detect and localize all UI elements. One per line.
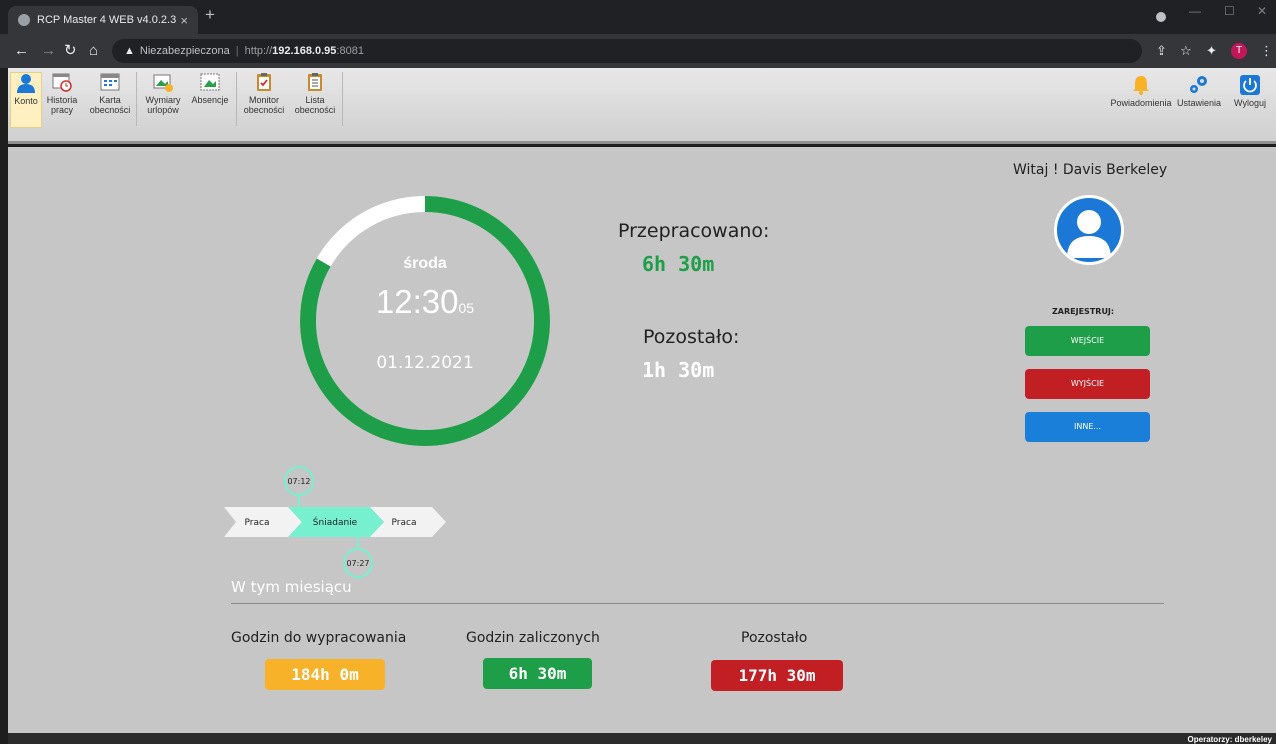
absence-icon [200, 72, 220, 92]
new-tab-button[interactable]: + [205, 5, 215, 25]
timeline-end-time: 07:27 [346, 559, 369, 568]
bookmark-star-icon[interactable]: ☆ [1180, 43, 1192, 59]
url-port: :8081 [336, 45, 364, 57]
app-toolbar: Konto Historia pracy Karta obecności Wym… [8, 68, 1276, 144]
toolbar-label: Wyloguj [1234, 98, 1266, 108]
bell-icon [1106, 74, 1176, 98]
minimize-icon[interactable]: — [1189, 4, 1201, 18]
welcome-text: Witaj ! Davis Berkeley [1013, 162, 1168, 178]
toolbar-label: Lista obecności [294, 95, 336, 115]
tab-title: RCP Master 4 WEB v4.0.2.3507 [37, 14, 177, 26]
url-separator: | [235, 45, 239, 57]
clipboard-check-icon [254, 72, 274, 92]
time-seconds: 05 [458, 300, 475, 316]
avatar [1054, 195, 1124, 265]
timeline-segment-label: Praca [245, 518, 270, 528]
home-icon[interactable]: ⌂ [89, 42, 98, 60]
calendar-icon [100, 72, 120, 92]
vacation-icon [153, 72, 173, 92]
user-icon [16, 73, 36, 93]
toolbar-label: Ustawienia [1176, 98, 1222, 108]
work-progress-ring [300, 196, 550, 446]
toolbar-label: Absencje [191, 95, 229, 105]
timeline-segment-label: Śniadanie [313, 516, 358, 528]
worked-value: 6h 30m [642, 252, 715, 276]
reload-icon[interactable]: ↻ [64, 42, 77, 60]
tab-close-icon[interactable]: × [180, 13, 188, 28]
register-label: ZAREJESTRUJ: [1052, 307, 1115, 316]
toolbar-wymiary-button[interactable]: Wymiary urlopów [142, 72, 184, 128]
toolbar-label: Konto [14, 96, 38, 106]
extensions-icon[interactable]: ✦ [1206, 43, 1217, 59]
close-window-icon[interactable]: ✕ [1257, 4, 1267, 18]
url-input[interactable]: ▲ Niezabezpieczona | http://192.168.0.95… [112, 39, 1142, 63]
to-work-badge: 184h 0m [265, 659, 385, 690]
url-host: 192.168.0.95 [272, 45, 337, 57]
gears-icon [1174, 74, 1224, 98]
toolbar-historia-button[interactable]: Historia pracy [46, 72, 78, 128]
month-section-title: W tym miesiącu [231, 578, 352, 596]
power-icon [1228, 74, 1272, 98]
browser-tab[interactable]: RCP Master 4 WEB v4.0.2.3507 × [8, 6, 198, 34]
url-scheme: http:// [244, 45, 273, 57]
toolbar-label: Wymiary urlopów [145, 95, 181, 115]
maximize-icon[interactable]: ☐ [1224, 4, 1235, 18]
profile-avatar[interactable]: T [1231, 43, 1247, 59]
back-icon[interactable]: ← [14, 42, 29, 60]
remaining-value: 1h 30m [642, 358, 715, 382]
time-main: 12:30 [375, 283, 459, 320]
user-avatar-icon [1067, 210, 1111, 258]
toolbar-divider [342, 72, 343, 126]
toolbar-konto-button[interactable]: Konto [10, 72, 42, 128]
toolbar-label: Historia pracy [46, 95, 78, 115]
day-timeline: 07:12 07:27 Praca Śniadanie Praca [224, 466, 446, 578]
credited-label: Godzin zaliczonych [466, 630, 600, 646]
toolbar-label: Powiadomienia [1110, 98, 1172, 108]
day-of-week: środa [403, 255, 447, 272]
timeline-start-time: 07:12 [287, 477, 310, 486]
remaining-label: Pozostało: [643, 326, 740, 348]
calendar-clock-icon [52, 72, 72, 92]
month-divider [231, 603, 1164, 604]
other-button[interactable]: INNE... [1025, 412, 1150, 442]
exit-button[interactable]: WYJŚCIE [1025, 369, 1150, 399]
toolbar-label: Monitor obecności [243, 95, 285, 115]
security-label: Niezabezpieczona [139, 45, 230, 57]
clipboard-list-icon [305, 72, 325, 92]
toolbar-monitor-button[interactable]: Monitor obecności [240, 72, 288, 128]
toolbar-divider [136, 72, 137, 126]
timeline-segment-label: Praca [392, 518, 417, 528]
toolbar-lista-button[interactable]: Lista obecności [292, 72, 338, 128]
tab-search-icon[interactable] [1156, 12, 1166, 22]
credited-badge: 6h 30m [483, 658, 592, 689]
notifications-button[interactable]: Powiadomienia [1106, 74, 1176, 108]
entry-button[interactable]: WEJŚCIE [1025, 326, 1150, 356]
browser-address-bar: ← → ↻ ⌂ ▲ Niezabezpieczona | http://192.… [0, 34, 1276, 68]
to-work-label: Godzin do wypracowania [231, 630, 407, 646]
toolbar-absencje-button[interactable]: Absencje [188, 72, 232, 128]
settings-button[interactable]: Ustawienia [1174, 74, 1224, 108]
favicon-icon [18, 14, 30, 26]
worked-label: Przepracowano: [618, 220, 770, 242]
toolbar-label: Karta obecności [89, 95, 131, 115]
menu-icon[interactable]: ⋮ [1260, 43, 1273, 59]
current-date: 01.12.2021 [376, 353, 474, 373]
month-remaining-badge: 177h 30m [711, 660, 843, 691]
forward-icon[interactable]: → [41, 42, 56, 60]
month-remaining-label: Pozostało [741, 630, 808, 646]
toolbar-divider [236, 72, 237, 126]
logout-button[interactable]: Wyloguj [1228, 74, 1272, 108]
current-time: 12:3005 [300, 283, 550, 321]
warning-icon: ▲ [124, 45, 135, 57]
toolbar-karta-button[interactable]: Karta obecności [88, 72, 132, 128]
operator-footer: Operatorzy: dberkeley [8, 733, 1276, 744]
share-icon[interactable]: ⇪ [1156, 43, 1167, 59]
browser-tab-bar: RCP Master 4 WEB v4.0.2.3507 × + — ☐ ✕ [0, 0, 1276, 34]
